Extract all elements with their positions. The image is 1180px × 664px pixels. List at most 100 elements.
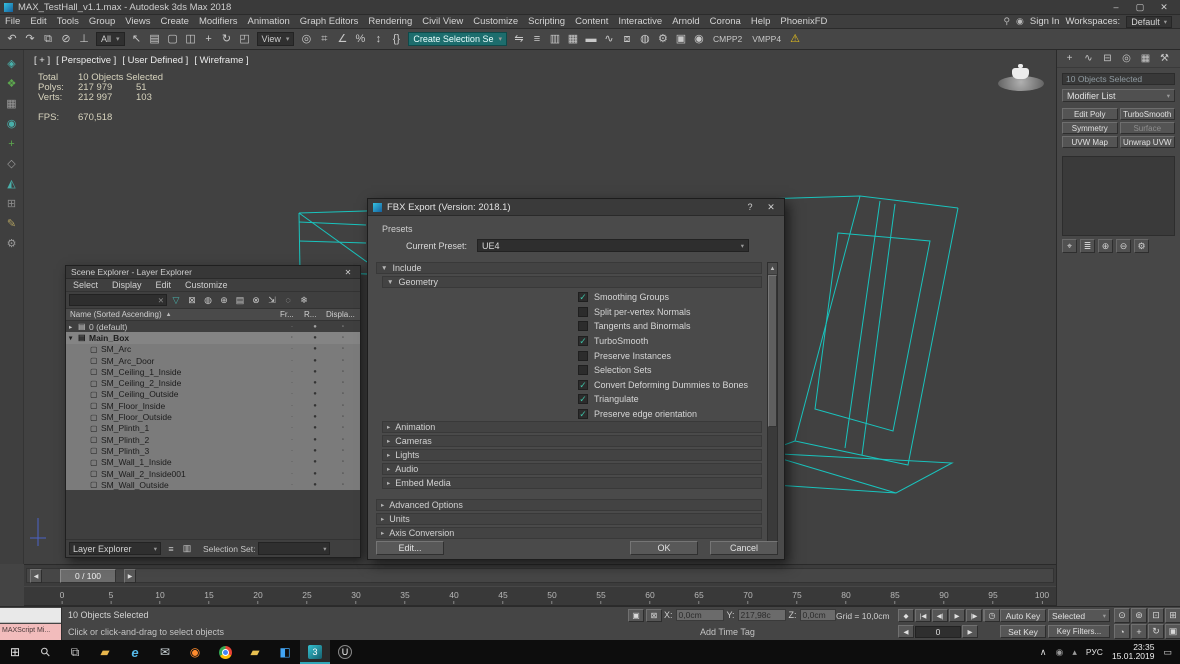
render-dot-icon[interactable]: ● [304,324,326,330]
maximize-button[interactable]: ▢ [1128,2,1152,13]
fbx-section-audio[interactable]: ▸Audio [382,463,762,475]
close-icon[interactable]: ✕ [341,268,355,277]
tray-status-icon-1[interactable]: ◉ [1056,647,1064,658]
z-coordinate-field[interactable]: 0,0cm [800,609,836,621]
next-frame-arrow[interactable]: ▶ [124,569,136,583]
render-dot-icon[interactable]: ● [304,358,326,364]
fbx-option-tangents-and-binormals[interactable]: Tangents and Binormals [578,319,762,334]
fbx-option-preserve-instances[interactable]: Preserve Instances [578,348,762,363]
freeze-dot-icon[interactable]: · [280,471,304,477]
menu-item-help[interactable]: Help [746,16,776,27]
modifier-button-turbosmooth[interactable]: TurboSmooth [1120,108,1176,120]
app-button[interactable]: ◧ [270,640,300,664]
fbx-option-selection-sets[interactable]: Selection Sets [578,363,762,378]
hierarchy-tab[interactable]: ⊟ [1100,53,1115,64]
add-time-tag[interactable]: Add Time Tag [700,627,755,637]
plugin-tool-8-icon[interactable]: ⊞ [7,198,16,210]
play-button[interactable]: ▶ [949,609,965,622]
explorer-row-sm-wall-2-inside001[interactable]: ▢SM_Wall_2_Inside001·●▫ [66,468,360,479]
explorer-row-sm-floor-outside[interactable]: ▢SM_Floor_Outside·●▫ [66,411,360,422]
menu-item-animation[interactable]: Animation [243,16,295,27]
render-column-header[interactable]: R... [304,310,326,319]
edit-preset-button[interactable]: Edit... [376,541,444,555]
menu-item-file[interactable]: File [0,16,25,27]
render-dot-icon[interactable]: ● [304,403,326,409]
freeze-dot-icon[interactable]: · [280,482,304,488]
plugin-tool-10-icon[interactable]: ⚙ [7,238,17,250]
modifier-button-uvw-map[interactable]: UVW Map [1062,136,1118,148]
menu-item-edit[interactable]: Edit [25,16,51,27]
bind-to-space-warp-icon[interactable]: ⊥ [75,31,93,48]
checkbox-unchecked-icon[interactable] [578,365,588,375]
explorer-menu-display[interactable]: Display [105,280,149,290]
maximize-viewport-icon[interactable]: ▣ [1165,624,1180,639]
track-bar[interactable]: 0510152025303540455055606570758085909510… [24,586,1056,606]
toggle-ribbon-icon[interactable]: ▬ [582,31,600,48]
task-view-button[interactable]: ⧉ [60,640,90,664]
frozen-column-header[interactable]: Fr... [280,310,304,319]
configure-modifier-sets-icon[interactable]: ⚙ [1134,239,1149,253]
filter-funnel-icon[interactable]: ▽ [169,294,183,307]
plugin-tool-2-icon[interactable]: ❖ [7,78,17,90]
language-indicator[interactable]: РУС [1086,647,1103,657]
pan-icon[interactable]: + [1131,624,1147,639]
create-tab[interactable]: + [1062,53,1077,64]
use-pivot-point-center-icon[interactable]: ◎ [297,31,315,48]
minimize-button[interactable]: – [1104,2,1128,13]
rendered-frame-window-icon[interactable]: ▣ [672,31,690,48]
viewcube-teapot[interactable] [996,60,1046,96]
fbx-option-split-per-vertex-normals[interactable]: Split per-vertex Normals [578,305,762,320]
help-icon[interactable]: ? [742,202,758,212]
selection-lock-icon[interactable]: ⊠ [646,609,662,622]
mirror-icon[interactable]: ⇋ [510,31,528,48]
scroll-up-icon[interactable]: ▲ [768,263,777,274]
zoom-extents-all-icon[interactable]: ⊞ [1165,608,1180,623]
freeze-dot-icon[interactable]: · [280,459,304,465]
freeze-toggle-icon[interactable]: ❄ [297,294,311,307]
menu-item-scripting[interactable]: Scripting [523,16,570,27]
zoom-extents-icon[interactable]: ⊡ [1148,608,1164,623]
selection-set-dropdown[interactable]: ▾ [258,542,330,555]
explorer-menu-edit[interactable]: Edit [149,280,179,290]
render-dot-icon[interactable]: ● [304,448,326,454]
select-object-icon[interactable]: ↖ [128,31,146,48]
mail-button[interactable]: ✉ [150,640,180,664]
sign-in-button[interactable]: Sign In [1030,16,1060,27]
render-dot-icon[interactable]: ● [304,425,326,431]
ok-button[interactable]: OK [630,541,698,555]
menu-item-phoenixfd[interactable]: PhoenixFD [775,16,832,27]
menu-item-tools[interactable]: Tools [52,16,84,27]
hide-toggle-icon[interactable]: ◌ [281,294,295,307]
menu-item-create[interactable]: Create [155,16,194,27]
name-column-header[interactable]: Name (Sorted Ascending) [70,310,162,319]
y-coordinate-field[interactable]: 217,98c [738,609,786,621]
explorer-row-0-default[interactable]: ▸▤0 (default)·●▫ [66,321,360,332]
checkbox-checked-icon[interactable]: ✓ [578,380,588,390]
explorer-row-sm-wall-1-inside[interactable]: ▢SM_Wall_1_Inside·●▫ [66,457,360,468]
orbit-icon[interactable]: ↻ [1148,624,1164,639]
chrome-button[interactable] [210,640,240,664]
previous-frame-arrow[interactable]: ◀ [30,569,42,583]
cancel-button[interactable]: Cancel [710,541,778,555]
curve-editor-icon[interactable]: ∿ [600,31,618,48]
fbx-section-advanced-options[interactable]: ▸Advanced Options [376,499,762,511]
spinner-snap-icon[interactable]: ↕ [369,31,387,48]
menu-item-corona[interactable]: Corona [705,16,746,27]
auto-key-button[interactable]: Auto Key [1000,609,1046,622]
maxscript-mini-listener[interactable]: MAXScript Mi... [0,607,62,641]
material-editor-icon[interactable]: ◍ [636,31,654,48]
viewport-menu-shading[interactable]: [ Wireframe ] [194,55,248,66]
plugin-tool-9-icon[interactable]: ✎ [7,218,16,230]
freeze-dot-icon[interactable]: · [280,414,304,420]
modify-tab[interactable]: ∿ [1081,53,1096,64]
previous-frame-button[interactable]: ◀| [932,609,948,622]
display-dot-icon[interactable]: ▫ [326,448,360,454]
viewport-menu-plus[interactable]: [ + ] [34,55,50,66]
modifier-stack[interactable] [1062,156,1175,236]
render-dot-icon[interactable]: ● [304,482,326,488]
close-button[interactable]: ✕ [1152,2,1176,13]
lock-cell-editing-icon[interactable]: ⊠ [185,294,199,307]
freeze-dot-icon[interactable]: · [280,380,304,386]
explorer-row-sm-ceiling-2-inside[interactable]: ▢SM_Ceiling_2_Inside·●▫ [66,377,360,388]
select-and-rotate-icon[interactable]: ↻ [218,31,236,48]
